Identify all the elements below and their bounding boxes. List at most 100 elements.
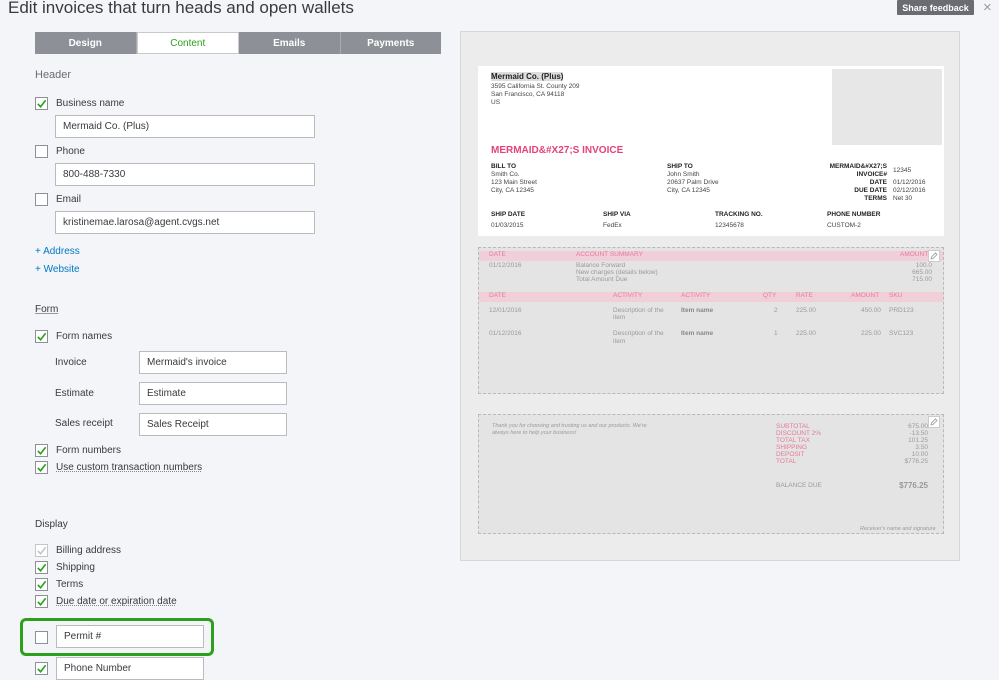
col-qty: QTY xyxy=(763,292,777,299)
tab-bar: Design Content Emails Payments xyxy=(35,32,441,54)
account-summary-heading: ACCOUNT SUMMARY xyxy=(576,251,643,258)
col-rate: RATE xyxy=(796,292,813,299)
total-label: SHIPPING xyxy=(776,444,808,451)
phone-label: Phone xyxy=(56,146,85,157)
shipping-checkbox[interactable] xyxy=(35,561,48,574)
logo-placeholder[interactable] xyxy=(832,69,942,145)
billing-address-label: Billing address xyxy=(56,545,122,556)
account-line: Balance Forward xyxy=(576,262,626,269)
business-name-checkbox[interactable] xyxy=(35,97,48,110)
preview-address-1: 3595 California St. County 209 xyxy=(491,83,580,90)
preview-invoice-title: MERMAID&#X27;S INVOICE xyxy=(491,145,624,156)
due-date-checkbox[interactable] xyxy=(35,595,48,608)
col-date: DATE xyxy=(489,292,506,299)
row-qty: 2 xyxy=(774,307,778,314)
email-label: Email xyxy=(56,194,82,205)
close-icon[interactable]: × xyxy=(983,0,992,15)
preview-meta-label: INVOICE# xyxy=(856,171,887,178)
row-rate: 225.00 xyxy=(796,307,816,314)
edit-pencil-icon[interactable] xyxy=(928,416,940,428)
total-value: -13.50 xyxy=(909,430,928,437)
phone-checkbox[interactable] xyxy=(35,145,48,158)
preview-address-3: US xyxy=(491,99,501,106)
form-section-heading: Form xyxy=(35,304,59,315)
tab-payments[interactable]: Payments xyxy=(340,32,441,54)
preview-bill-to-heading: BILL TO xyxy=(491,163,517,170)
shipping-label: Shipping xyxy=(56,562,95,573)
invoice-name-input[interactable]: Mermaid's invoice xyxy=(139,351,287,374)
form-names-checkbox[interactable] xyxy=(35,330,48,343)
row-qty: 1 xyxy=(774,330,778,337)
total-value: 10.00 xyxy=(911,451,928,458)
row-desc: Description of the xyxy=(613,307,664,314)
thank-you-message: Thank you for choosing and trusting us a… xyxy=(492,423,647,429)
col-sku: SKU xyxy=(889,292,903,299)
signature-line: Receiver's name and signature xyxy=(860,526,936,532)
tab-emails[interactable]: Emails xyxy=(239,32,341,54)
share-feedback-button[interactable]: Share feedback xyxy=(897,0,974,15)
billing-address-checkbox xyxy=(35,544,48,557)
row-sku: PRD123 xyxy=(889,307,914,314)
preview-bill-line: Smith Co. xyxy=(491,171,520,178)
permit-row xyxy=(35,631,56,644)
phone-input[interactable]: 800-488-7330 xyxy=(55,163,315,186)
checkmark-icon xyxy=(37,463,47,472)
form-numbers-checkbox[interactable] xyxy=(35,444,48,457)
estimate-name-input[interactable]: Estimate xyxy=(139,382,287,405)
checkmark-icon xyxy=(37,580,47,589)
col-activity: ACTIVITY xyxy=(681,292,711,299)
row-date: 01/12/2016 xyxy=(489,330,522,337)
email-input[interactable]: kristinemae.larosa@agent.cvgs.net xyxy=(55,211,315,234)
email-row: Email xyxy=(35,193,81,206)
business-name-input[interactable]: Mermaid Co. (Plus) xyxy=(55,115,315,138)
preview-ship-via-heading: SHIP VIA xyxy=(603,211,631,218)
phone-number-checkbox[interactable] xyxy=(35,662,48,675)
terms-checkbox[interactable] xyxy=(35,578,48,591)
row-desc: item xyxy=(613,338,626,345)
estimate-label: Estimate xyxy=(55,388,94,399)
row-desc: Description of the xyxy=(613,330,664,337)
custom-numbers-checkbox[interactable] xyxy=(35,461,48,474)
permit-input[interactable]: Permit # xyxy=(56,625,204,648)
preview-meta-value: Net 30 xyxy=(893,195,913,202)
header-section-heading: Header xyxy=(35,69,72,81)
account-date-heading: DATE xyxy=(489,251,506,258)
preview-meta-label: DUE DATE xyxy=(854,187,887,194)
invoice-label: Invoice xyxy=(55,357,87,368)
preview-tracking: 12345678 xyxy=(715,222,744,229)
page-title: Edit invoices that turn heads and open w… xyxy=(8,0,354,17)
due-date-row: Due date or expiration date xyxy=(35,595,177,608)
total-value: 101.25 xyxy=(908,437,928,444)
sales-receipt-name-input[interactable]: Sales Receipt xyxy=(139,413,287,436)
add-address-link[interactable]: + Address xyxy=(35,246,80,257)
display-section-heading: Display xyxy=(35,519,68,530)
account-date: 01/12/2016 xyxy=(489,262,522,269)
add-website-link[interactable]: + Website xyxy=(35,264,80,275)
sales-receipt-label: Sales receipt xyxy=(55,418,113,429)
edit-pencil-icon[interactable] xyxy=(928,250,940,262)
preview-address-2: San Francisco, CA 94118 xyxy=(491,91,565,98)
phone-number-input[interactable]: Phone Number xyxy=(56,657,204,680)
row-item: Item name xyxy=(681,330,714,337)
email-checkbox[interactable] xyxy=(35,193,48,206)
activity-region[interactable] xyxy=(478,247,944,394)
preview-meta-label: DATE xyxy=(869,179,887,186)
total-label: SUBTOTAL xyxy=(776,423,810,430)
permit-checkbox[interactable] xyxy=(35,631,48,644)
checkmark-icon xyxy=(37,664,47,673)
preview-tracking-heading: TRACKING NO. xyxy=(715,211,763,218)
preview-meta-value: 01/12/2016 xyxy=(893,179,926,186)
account-amount: 100.0 xyxy=(915,262,932,269)
terms-label: Terms xyxy=(56,579,84,590)
account-line: Total Amount Due xyxy=(576,276,628,283)
tab-design[interactable]: Design xyxy=(35,32,137,54)
preview-ship-to-heading: SHIP TO xyxy=(667,163,693,170)
row-rate: 225.00 xyxy=(796,330,816,337)
preview-bill-line: City, CA 12345 xyxy=(491,187,534,194)
preview-bill-line: 123 Main Street xyxy=(491,179,537,186)
business-name-row: Business name xyxy=(35,97,124,110)
row-amount: 450.00 xyxy=(861,307,881,314)
total-label: DISCOUNT 2% xyxy=(776,430,822,437)
tab-content[interactable]: Content xyxy=(136,32,239,54)
checkmark-icon xyxy=(37,99,47,108)
